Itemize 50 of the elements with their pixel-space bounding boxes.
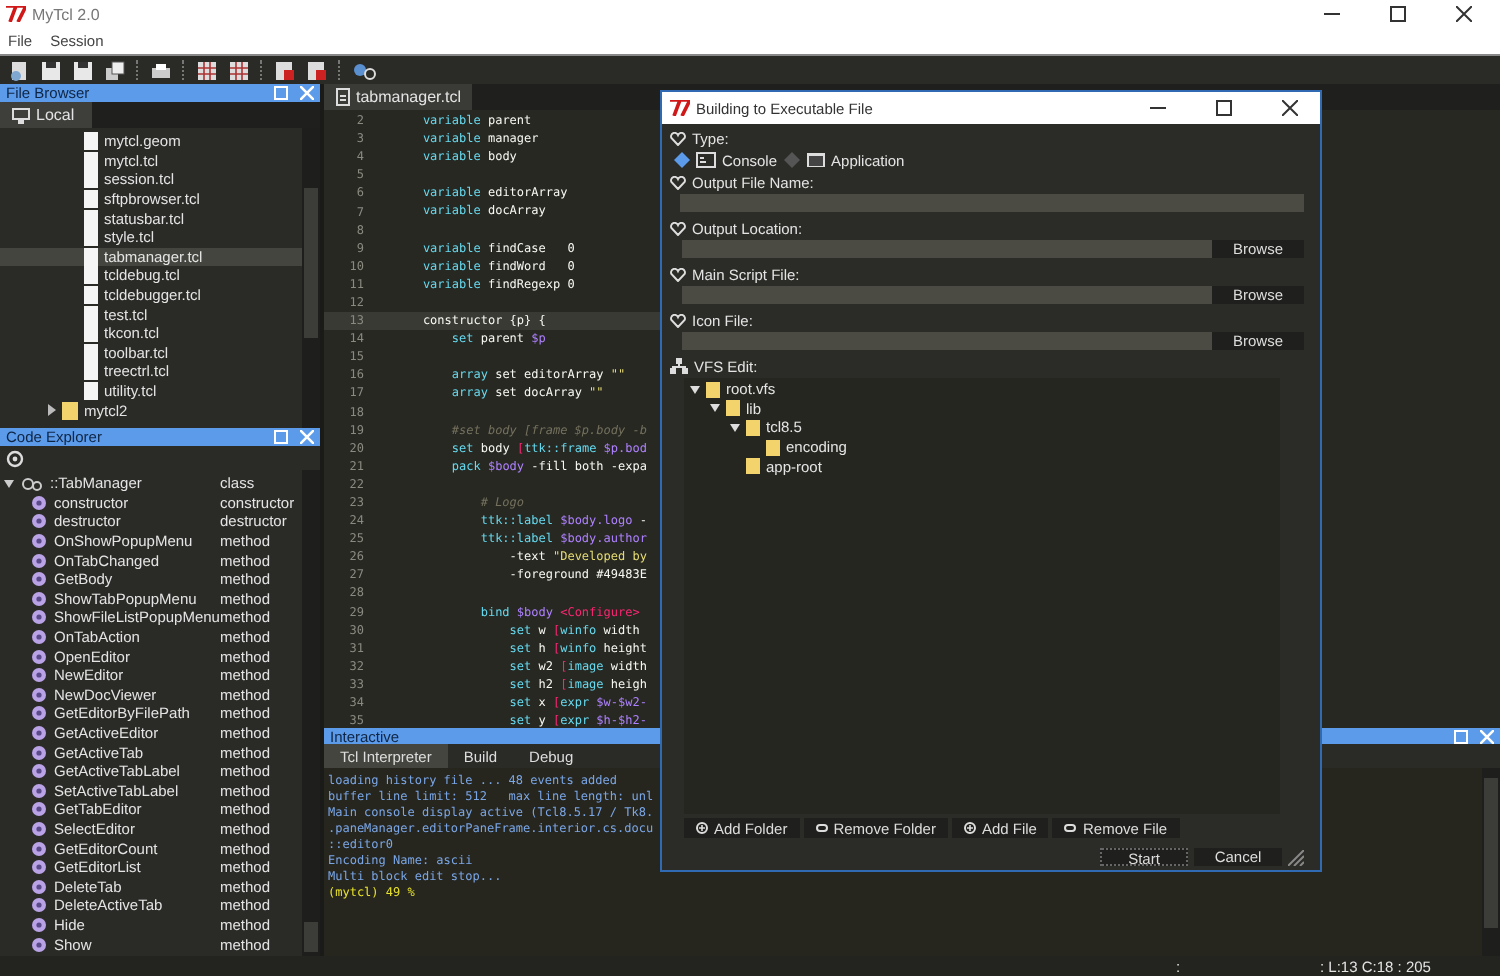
scrollbar-thumb[interactable] bbox=[304, 921, 318, 952]
folder-icon bbox=[62, 401, 78, 420]
plus-icon bbox=[963, 822, 976, 834]
window-title: MyTcl 2.0 bbox=[32, 5, 100, 23]
input-field[interactable] bbox=[682, 286, 1212, 304]
hierarchy-icon bbox=[670, 358, 688, 374]
expand-arrow-icon[interactable] bbox=[48, 404, 56, 417]
grid-icon[interactable] bbox=[228, 59, 250, 81]
input-field[interactable] bbox=[682, 332, 1212, 350]
printer-icon[interactable] bbox=[150, 59, 172, 81]
image-icon[interactable] bbox=[274, 59, 296, 81]
tab[interactable]: Local bbox=[0, 102, 93, 128]
maximize-icon[interactable] bbox=[1390, 6, 1406, 22]
grid-icon[interactable] bbox=[196, 59, 218, 81]
minus-icon bbox=[1064, 824, 1077, 832]
scrollbar-thumb[interactable] bbox=[304, 188, 318, 338]
link-icon[interactable] bbox=[352, 59, 378, 81]
windows-icon[interactable] bbox=[104, 59, 126, 81]
app-logo-icon bbox=[670, 100, 690, 116]
refresh-icon[interactable] bbox=[6, 449, 24, 467]
collapse-arrow-icon[interactable] bbox=[4, 479, 14, 488]
scrollbar[interactable] bbox=[302, 470, 320, 956]
window-icon bbox=[805, 152, 826, 168]
heart-icon bbox=[670, 221, 686, 235]
collapse-arrow-icon[interactable] bbox=[730, 423, 740, 432]
collapse-arrow-icon[interactable] bbox=[710, 404, 720, 413]
heart-icon bbox=[670, 175, 686, 189]
input-field[interactable] bbox=[680, 194, 1304, 212]
document-icon[interactable] bbox=[8, 59, 30, 81]
app-logo-icon bbox=[6, 6, 26, 22]
close-icon[interactable] bbox=[1282, 100, 1298, 116]
image-icon[interactable] bbox=[306, 59, 328, 81]
minus-icon bbox=[815, 824, 828, 832]
resize-grip-icon[interactable] bbox=[1288, 850, 1304, 866]
file-icon bbox=[336, 88, 350, 106]
editor-tab[interactable]: tabmanager.tcl bbox=[324, 84, 473, 110]
scrollbar[interactable] bbox=[1482, 768, 1500, 956]
scrollbar[interactable] bbox=[302, 128, 320, 428]
computer-icon bbox=[12, 107, 30, 123]
collapse-arrow-icon[interactable] bbox=[690, 385, 700, 394]
heart-icon bbox=[670, 267, 686, 281]
heart-icon bbox=[670, 313, 686, 327]
plus-icon bbox=[696, 822, 708, 834]
input-field[interactable] bbox=[682, 240, 1212, 258]
console-icon bbox=[696, 152, 716, 168]
heart-icon bbox=[670, 131, 686, 145]
class-icon bbox=[22, 475, 42, 492]
scrollbar-thumb[interactable] bbox=[1484, 777, 1498, 928]
close-icon[interactable] bbox=[1456, 6, 1472, 22]
maximize-icon[interactable] bbox=[1216, 100, 1232, 116]
